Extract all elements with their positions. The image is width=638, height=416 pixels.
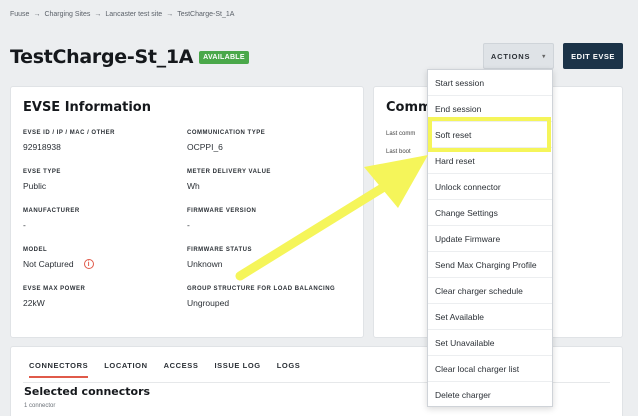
field-value: Not Captured i [23, 259, 94, 269]
arrow-right-icon: → [94, 11, 102, 18]
field-value: Unknown [187, 259, 252, 269]
selected-connectors-title: Selected connectors [24, 385, 151, 398]
field-value: Ungrouped [187, 298, 335, 308]
field-label: GROUP STRUCTURE FOR LOAD BALANCING [187, 286, 336, 292]
field-label: FIRMWARE VERSION [187, 208, 257, 214]
tab-connectors[interactable]: CONNECTORS [29, 361, 89, 378]
field-value: - [23, 220, 80, 230]
edit-evse-button[interactable]: EDIT EVSE [563, 43, 623, 69]
communication-heading: Comm [386, 100, 432, 115]
field-value-text: OCPPI_6 [187, 142, 223, 152]
menu-item-soft-reset[interactable]: Soft reset [428, 122, 552, 148]
tab-logs[interactable]: LOGS [277, 361, 301, 378]
menu-item-clear-charger-schedule[interactable]: Clear charger schedule [428, 278, 552, 304]
breadcrumb-item-fuuse[interactable]: Fuuse [10, 11, 29, 18]
menu-item-hard-reset[interactable]: Hard reset [428, 148, 552, 174]
breadcrumb-item-current: TestCharge-St_1A [177, 11, 235, 18]
field-value-text: Public [23, 181, 47, 191]
menu-item-unlock-connector[interactable]: Unlock connector [428, 174, 552, 200]
menu-item-send-max-charging-profile[interactable]: Send Max Charging Profile [428, 252, 552, 278]
menu-item-delete-charger[interactable]: Delete charger [428, 382, 552, 408]
field-value: - [187, 220, 256, 230]
breadcrumb-item-charging-sites[interactable]: Charging Sites [44, 11, 90, 18]
field-label: EVSE MAX POWER [23, 286, 86, 292]
field-value: Public [23, 181, 61, 191]
page-header: TestCharge-St_1A AVAILABLE [10, 46, 249, 68]
tab-bar: CONNECTORS LOCATION ACCESS ISSUE LOG LOG… [29, 361, 300, 378]
field-label: COMMUNICATION TYPE [187, 130, 266, 136]
last-communication-label: Last comm [386, 131, 416, 137]
field-value: 22kW [23, 298, 85, 308]
menu-item-start-session[interactable]: Start session [428, 70, 552, 96]
field-value-text: Unknown [187, 259, 223, 269]
field-label: FIRMWARE STATUS [187, 247, 252, 253]
arrow-right-icon: → [166, 11, 174, 18]
menu-item-set-available[interactable]: Set Available [428, 304, 552, 330]
field-value: Wh [187, 181, 271, 191]
field-label: EVSE TYPE [23, 169, 61, 175]
field-value-text: 92918938 [23, 142, 61, 152]
actions-menu: Start session End session Soft reset Har… [427, 69, 553, 407]
field-meter-delivery: METER DELIVERY VALUE Wh [187, 169, 271, 191]
actions-button-label: ACTIONS [490, 51, 531, 61]
evse-information-heading: EVSE Information [23, 100, 151, 115]
field-firmware-status: FIRMWARE STATUS Unknown [187, 247, 252, 269]
field-model: MODEL Not Captured i [23, 247, 94, 269]
field-value: OCPPI_6 [187, 142, 265, 152]
field-group-structure: GROUP STRUCTURE FOR LOAD BALANCING Ungro… [187, 286, 335, 308]
page-title: TestCharge-St_1A [10, 46, 194, 68]
field-label: METER DELIVERY VALUE [187, 169, 271, 175]
tab-access[interactable]: ACCESS [164, 361, 199, 378]
menu-item-set-unavailable[interactable]: Set Unavailable [428, 330, 552, 356]
field-value-text: Ungrouped [187, 298, 230, 308]
selected-connectors-count: 1 connector [24, 403, 56, 409]
info-icon[interactable]: i [83, 259, 94, 269]
field-value-text: - [23, 220, 26, 230]
arrow-right-icon: → [33, 11, 41, 18]
menu-item-clear-local-charger-list[interactable]: Clear local charger list [428, 356, 552, 382]
menu-item-change-settings[interactable]: Change Settings [428, 200, 552, 226]
caret-down-icon: ▾ [542, 53, 547, 60]
status-badge: AVAILABLE [199, 50, 249, 64]
field-manufacturer: MANUFACTURER - [23, 208, 80, 230]
field-communication-type: COMMUNICATION TYPE OCPPI_6 [187, 130, 265, 152]
evse-information-card: EVSE Information EVSE ID / IP / MAC / OT… [10, 86, 364, 338]
breadcrumb-item-site[interactable]: Lancaster test site [105, 11, 162, 18]
field-max-power: EVSE MAX POWER 22kW [23, 286, 85, 308]
field-label: MODEL [23, 247, 48, 253]
field-label: EVSE ID / IP / MAC / OTHER [23, 130, 115, 136]
tab-location[interactable]: LOCATION [104, 361, 147, 378]
field-evse-type: EVSE TYPE Public [23, 169, 61, 191]
field-value: 92918938 [23, 142, 115, 152]
field-evse-id: EVSE ID / IP / MAC / OTHER 92918938 [23, 130, 115, 152]
last-boot-label: Last boot [386, 149, 411, 155]
breadcrumb: Fuuse → Charging Sites → Lancaster test … [10, 11, 234, 18]
menu-item-end-session[interactable]: End session [428, 96, 552, 122]
field-value-text: 22kW [23, 298, 45, 308]
menu-item-update-firmware[interactable]: Update Firmware [428, 226, 552, 252]
field-value-text: - [187, 220, 190, 230]
field-value-text: Not Captured [23, 259, 74, 269]
tab-issue-log[interactable]: ISSUE LOG [214, 361, 260, 378]
field-label: MANUFACTURER [23, 208, 80, 214]
actions-button[interactable]: ACTIONS ▾ [483, 43, 554, 69]
field-firmware-version: FIRMWARE VERSION - [187, 208, 256, 230]
field-value-text: Wh [187, 181, 200, 191]
